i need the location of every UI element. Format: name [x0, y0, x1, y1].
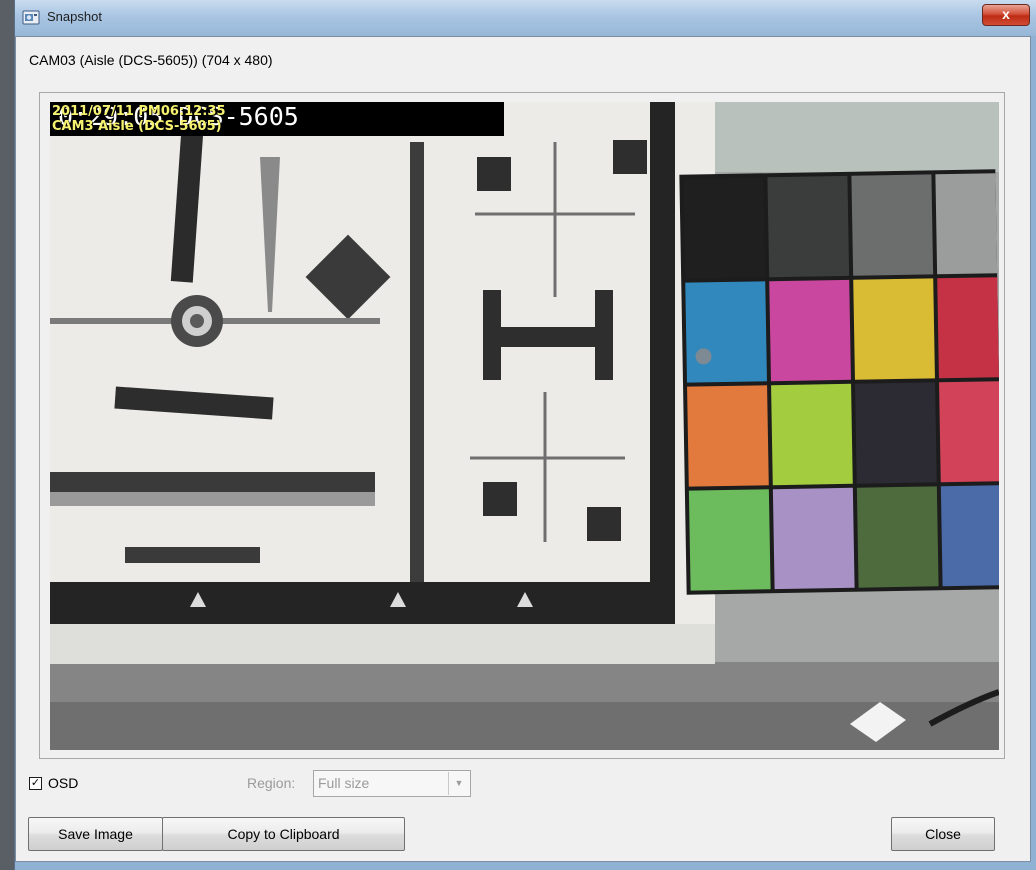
snapshot-window: Snapshot x CAM03 (Aisle (DCS-5605)) (704…: [14, 0, 1036, 870]
close-button[interactable]: Close: [891, 817, 995, 851]
copy-to-clipboard-button[interactable]: Copy to Clipboard: [162, 817, 405, 851]
region-selected-value: Full size: [318, 775, 370, 791]
camera-info-label: CAM03 (Aisle (DCS-5605)) (704 x 480): [29, 52, 273, 68]
osd-checkbox-label[interactable]: OSD: [48, 775, 78, 791]
camera-app-icon: [22, 8, 40, 26]
region-select[interactable]: Full size ▼: [313, 770, 471, 797]
window-title: Snapshot: [47, 9, 102, 24]
snapshot-image: 0:29:05 DCS-5605 2011/07/11 PM06:12:35 C…: [50, 102, 999, 750]
osd-camera-name: CAM3 Aisle (DCS-5605): [52, 119, 222, 134]
osd-checkbox[interactable]: ✓: [29, 777, 42, 790]
osd-timestamp: 2011/07/11 PM06:12:35: [52, 104, 226, 119]
window-close-button[interactable]: x: [982, 4, 1030, 26]
title-bar[interactable]: Snapshot x: [15, 0, 1036, 36]
region-label: Region:: [247, 775, 296, 791]
dialog-client-area: CAM03 (Aisle (DCS-5605)) (704 x 480) 0:2…: [15, 36, 1031, 862]
save-image-button[interactable]: Save Image: [28, 817, 163, 851]
chevron-down-icon[interactable]: ▼: [448, 772, 469, 795]
snapshot-frame: 0:29:05 DCS-5605 2011/07/11 PM06:12:35 C…: [39, 92, 1005, 759]
